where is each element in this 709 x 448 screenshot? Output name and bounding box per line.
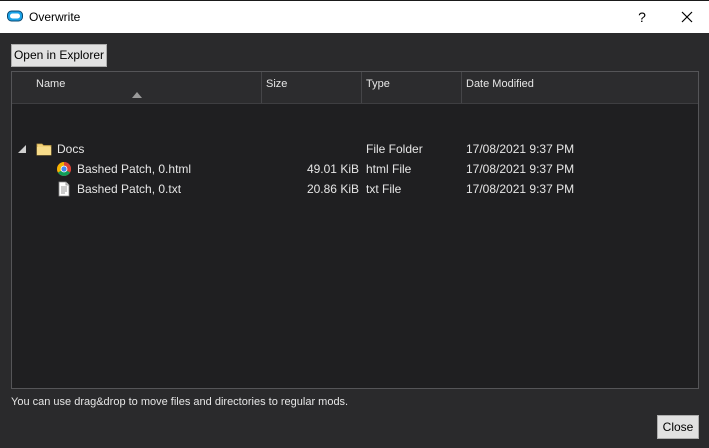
row-date: 17/08/2021 9:37 PM [466, 182, 575, 196]
row-size: 49.01 KiB [306, 162, 359, 176]
column-header-date[interactable]: Date Modified [462, 72, 698, 103]
chrome-html-icon [57, 162, 71, 176]
column-header-size-label: Size [266, 78, 288, 90]
tree-row-docs[interactable]: Docs File Folder 17/08/2021 9:37 PM [12, 139, 698, 159]
sort-up-icon [132, 92, 142, 98]
row-date: 17/08/2021 9:37 PM [466, 162, 575, 176]
folder-icon [36, 143, 52, 156]
row-type: html File [366, 162, 412, 176]
close-button[interactable]: Close [657, 415, 699, 439]
tree-header: Name Size Type Date Modified [12, 72, 698, 104]
row-size: 20.86 KiB [306, 182, 359, 196]
row-type: File Folder [366, 142, 423, 156]
column-header-name-label: Name [36, 78, 66, 90]
tree-row-html-file[interactable]: Bashed Patch, 0.html 49.01 KiB html File… [12, 159, 698, 179]
column-header-type-label: Type [366, 78, 390, 90]
column-header-size[interactable]: Size [262, 72, 362, 103]
column-header-name[interactable]: Name [12, 72, 262, 103]
open-in-explorer-button[interactable]: Open in Explorer [11, 44, 107, 67]
text-file-icon [58, 181, 70, 197]
row-name: Bashed Patch, 0.txt [77, 182, 182, 196]
row-type: txt File [366, 182, 402, 196]
column-header-type[interactable]: Type [362, 72, 462, 103]
help-button[interactable]: ? [632, 7, 652, 27]
dialog-body: Open in Explorer Name Size Type Date Mod… [0, 33, 709, 448]
column-header-date-label: Date Modified [466, 78, 534, 90]
title-bar: Overwrite ? [0, 0, 709, 33]
drag-drop-hint: You can use drag&drop to move files and … [11, 396, 349, 408]
mo2-logo-icon [7, 10, 23, 22]
row-name: Docs [57, 142, 85, 156]
row-date: 17/08/2021 9:37 PM [466, 142, 575, 156]
file-tree[interactable]: Name Size Type Date Modified Docs File F… [11, 71, 699, 389]
tree-row-txt-file[interactable]: Bashed Patch, 0.txt 20.86 KiB txt File 1… [12, 179, 698, 199]
window-title: Overwrite [29, 10, 81, 24]
row-name: Bashed Patch, 0.html [77, 162, 192, 176]
close-icon [681, 11, 693, 23]
expand-arrow-icon[interactable] [18, 145, 26, 153]
window-close-button[interactable] [676, 7, 698, 27]
